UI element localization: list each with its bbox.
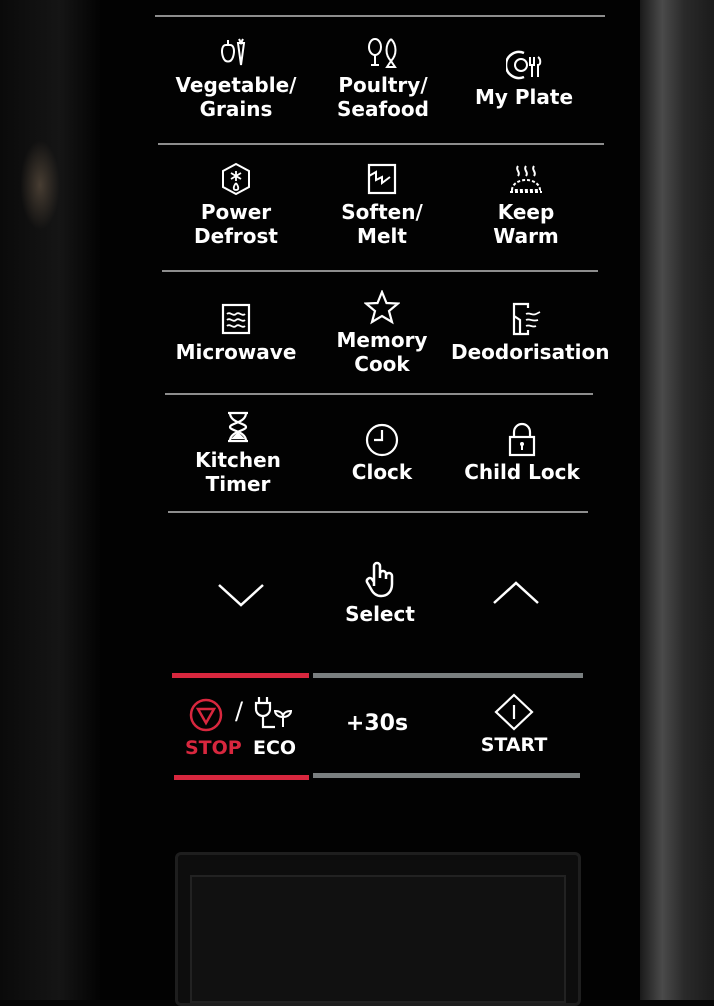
button-microwave[interactable]: Microwave (161, 302, 311, 364)
divider (168, 511, 588, 513)
button-poultry[interactable]: Poultry/Seafood (308, 35, 458, 121)
chevron-down-icon (218, 584, 264, 607)
control-panel (100, 0, 640, 1000)
button-label: Microwave (175, 340, 297, 364)
stop-icon (189, 698, 223, 732)
button-label: Keep (497, 200, 555, 224)
microwave-side (0, 0, 100, 1000)
button-label: Power (200, 200, 272, 224)
button-label: Soften/ (341, 200, 423, 224)
steam-icon (510, 165, 542, 193)
poultry-seafood-icon (368, 38, 397, 68)
defrost-icon (222, 162, 250, 196)
button-label: Grains (199, 97, 273, 121)
stop-bar-top (172, 673, 309, 678)
button-deodorisation[interactable]: Deodorisation (451, 302, 610, 364)
button-keep[interactable]: Keep Warm (451, 162, 601, 248)
down-button[interactable] (166, 580, 316, 612)
button-label: Cook (354, 352, 410, 376)
hand-pointer-icon (365, 561, 394, 598)
button-label: Warm (493, 224, 559, 248)
up-button[interactable] (441, 578, 591, 610)
reflection (20, 140, 60, 230)
chevron-up-icon (493, 581, 539, 604)
select-button[interactable]: Select (305, 560, 455, 626)
button-clock[interactable]: Clock (307, 422, 457, 484)
hourglass-icon (228, 411, 248, 443)
divider (158, 143, 604, 145)
stop-eco-button[interactable]: / STOP ECO (183, 695, 303, 765)
eco-label: ECO (253, 737, 297, 759)
stop-bar-bottom (174, 775, 309, 780)
button-label: Seafood (337, 97, 429, 121)
button-label: Timer (205, 472, 271, 496)
plus-30s-label: +30s (345, 711, 409, 736)
lock-icon (508, 422, 536, 457)
door-release-button[interactable] (175, 852, 581, 1006)
plus-30s-button[interactable]: +30s (302, 712, 452, 736)
start-label: START (480, 734, 548, 756)
star-icon (364, 290, 400, 325)
button-label: Vegetable/ (175, 73, 297, 97)
button-label: Melt (357, 224, 407, 248)
stop-label: STOP (185, 737, 242, 759)
button-label: Child Lock (464, 460, 580, 484)
button-my-plate[interactable]: My Plate (449, 47, 599, 109)
select-label: Select (345, 602, 415, 626)
button-label: Memory (336, 328, 428, 352)
divider-bar-top (313, 673, 583, 678)
clock-icon (365, 423, 399, 457)
button-vegetable[interactable]: Vegetable/Grains (161, 35, 311, 121)
button-label: Deodorisation (451, 340, 610, 364)
divider (155, 15, 605, 17)
divider-bar-bottom (313, 773, 580, 778)
divider (165, 393, 593, 395)
button-memory[interactable]: Memory Cook (307, 290, 457, 376)
button-kitchen[interactable]: Kitchen Timer (163, 410, 313, 496)
door-release-face (190, 875, 566, 1003)
vegetable-icon (221, 38, 246, 66)
button-power[interactable]: Power Defrost (161, 162, 311, 248)
plate-icon (506, 50, 542, 80)
button-label: Defrost (194, 224, 278, 248)
button-label: Clock (351, 460, 413, 484)
button-label: Poultry/ (338, 73, 428, 97)
button-child-lock[interactable]: Child Lock (447, 422, 597, 484)
start-diamond-icon (494, 693, 534, 731)
start-button[interactable]: START (439, 693, 589, 757)
eco-plug-icon (254, 697, 293, 729)
microwave-icon (221, 303, 251, 335)
deodorise-icon (512, 302, 541, 336)
button-label: My Plate (474, 85, 574, 109)
soften-icon (367, 163, 397, 195)
button-soften[interactable]: Soften/Melt (307, 162, 457, 248)
button-label: Kitchen (195, 448, 281, 472)
slash: / (235, 697, 244, 725)
divider (162, 270, 598, 272)
microwave-edge (640, 0, 714, 1000)
